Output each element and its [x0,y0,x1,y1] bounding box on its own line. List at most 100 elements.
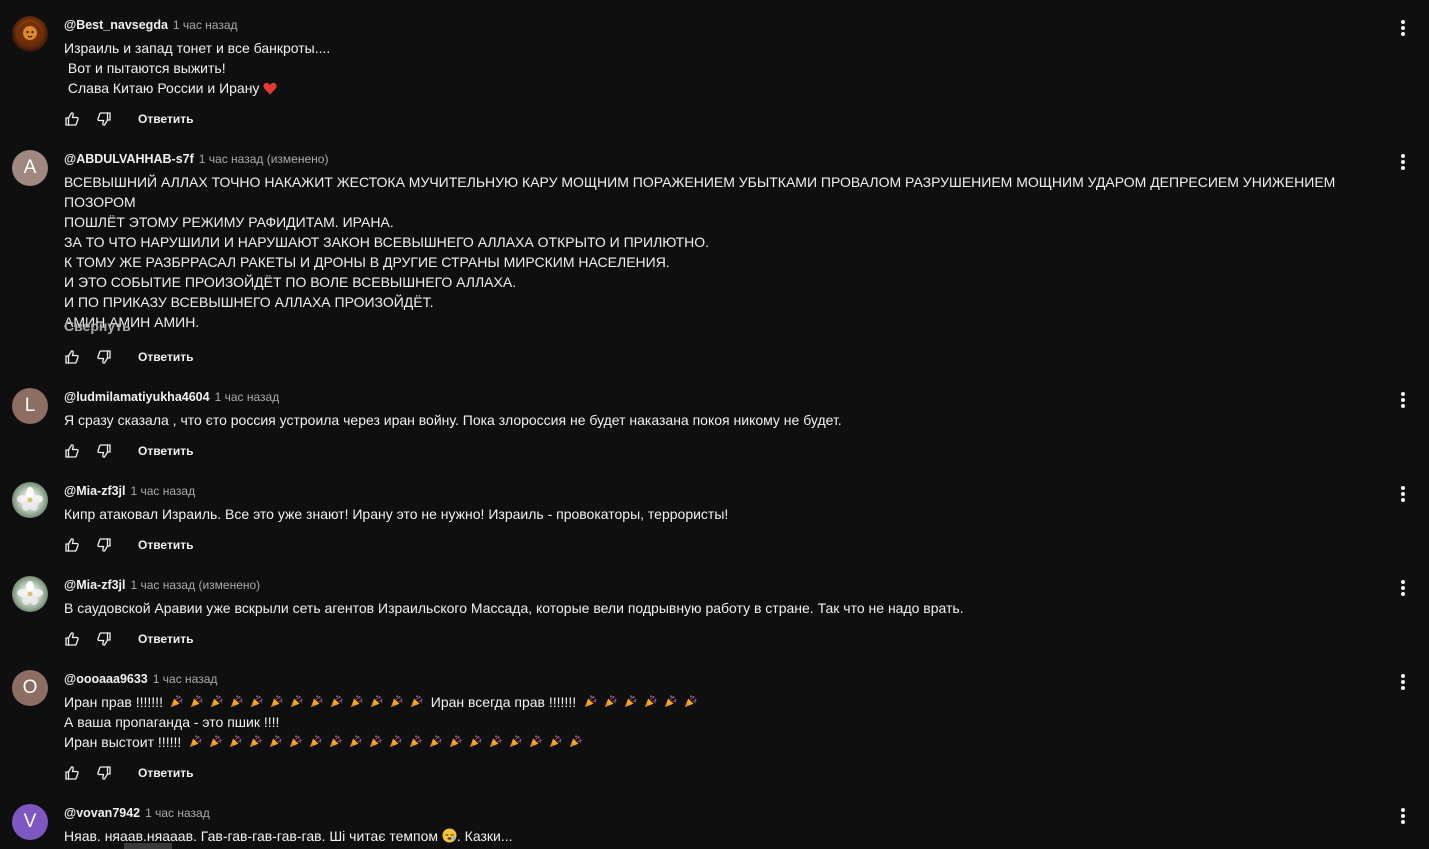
party-popper-icon [429,733,442,747]
party-popper-icon [569,733,582,747]
flower-avatar-image [17,487,43,511]
party-popper-icon [350,693,363,707]
party-popper-icon [230,693,243,707]
party-popper-icon [549,733,562,747]
avatar[interactable]: A [12,150,48,186]
comment-author[interactable]: @vovan7942 [64,806,140,820]
more-vertical-icon[interactable] [1392,388,1414,412]
party-popper-icon [369,733,382,747]
reply-button[interactable]: Ответить [138,112,193,126]
thumbs-up-icon[interactable] [62,347,82,367]
comment-time[interactable]: 1 час назад (изменено) [131,578,261,592]
comment-line-text: Иран прав !!!!!!! [64,694,163,710]
flower-avatar-image [17,581,43,605]
thumbs-up-icon[interactable] [62,629,82,649]
party-popper-icon [290,693,303,707]
party-popper-icon [469,733,482,747]
comment-line: К ТОМУ ЖЕ РАЗБРРАСАЛ РАКЕТЫ И ДРОНЫ В ДР… [64,254,670,270]
comment-line: И ЭТО СОБЫТИЕ ПРОИЗОЙДЁТ ПО ВОЛЕ ВСЕВЫШН… [64,274,517,290]
thumbs-up-icon[interactable] [62,763,82,783]
comment-author[interactable]: @Best_navsegda [64,18,168,32]
comment-line-text: Иран выстоит !!!!!! [64,734,182,750]
party-popper-icon [189,733,202,747]
comment-line: АМИН АМИН АМИН. [64,314,200,330]
comment-author[interactable]: @ABDULVAHHAB-s7f [64,152,194,166]
party-popper-icon [250,693,263,707]
thumbs-down-icon[interactable] [94,629,114,649]
more-vertical-icon[interactable] [1392,16,1414,40]
comment-line-text: Иран всегда прав !!!!!!! [430,694,577,710]
reply-button[interactable]: Ответить [138,538,193,552]
comment-text: Кипр атаковал Израиль. Все это уже знают… [64,504,1394,524]
party-popper-icon [370,693,383,707]
comment-line: И ПО ПРИКАЗУ ВСЕВЫШНЕГО АЛЛАХА ПРОИЗОЙДЁ… [64,294,434,310]
comment-time[interactable]: 1 час назад [215,390,280,404]
comment-author[interactable]: @ludmilamatiyukha4604 [64,390,210,404]
thumbs-down-icon[interactable] [94,441,114,461]
avatar[interactable]: L [12,388,48,424]
avatar[interactable] [12,482,48,518]
comment-text: Иран прав !!!!!!! Иран всегда прав !!!!!… [64,692,1394,752]
comment-line: ЗА ТО ЧТО НАРУШИЛИ И НАРУШАЮТ ЗАКОН ВСЕВ… [64,234,710,250]
comment-author[interactable]: @Mia-zf3jl [64,484,126,498]
party-popper-icon [269,733,282,747]
reply-button[interactable]: Ответить [138,350,193,364]
party-popper-icon [409,733,422,747]
comment-line-text: . Казки... [456,828,513,844]
comment-text: В саудовской Аравии уже вскрыли сеть аге… [64,598,1394,618]
party-popper-icon [249,733,262,747]
comment-time[interactable]: 1 час назад [153,672,218,686]
thumbs-down-icon[interactable] [94,763,114,783]
reply-button[interactable]: Ответить [138,632,193,646]
party-popper-icon [309,733,322,747]
comment-time[interactable]: 1 час назад [145,806,210,820]
comment-author[interactable]: @Mia-zf3jl [64,578,126,592]
red-heart-icon [263,82,277,95]
thumbs-up-icon[interactable] [62,535,82,555]
comment-line: А ваша пропаганда - это пшик !!!! [64,714,280,730]
comment-line-text: Слава Китаю России и Ирану [64,80,260,96]
party-popper-icon [449,733,462,747]
party-popper-icon [489,733,502,747]
avatar[interactable] [12,576,48,612]
more-vertical-icon[interactable] [1392,804,1414,828]
reply-button[interactable]: Ответить [138,766,193,780]
comment-author[interactable]: @oooaaa9633 [64,672,148,686]
avatar[interactable]: V [12,804,48,840]
more-vertical-icon[interactable] [1392,576,1414,600]
comment-line: Израиль и запад тонет и все банкроты.... [64,40,331,56]
more-vertical-icon[interactable] [1392,482,1414,506]
lion-avatar-image [18,22,42,46]
thumbs-up-icon[interactable] [62,109,82,129]
avatar[interactable]: O [12,670,48,706]
party-popper-icon [229,733,242,747]
party-popper-icon [390,693,403,707]
thumbs-down-icon[interactable] [94,347,114,367]
avatar[interactable] [12,16,48,52]
comment-time[interactable]: 1 час назад [173,18,238,32]
party-popper-icon [170,693,183,707]
comment-line-text: Няав. няаав.няааав. Гав-гав-гав-гав-гав.… [64,828,439,844]
more-vertical-icon[interactable] [1392,150,1414,174]
comment-line: Вот и пытаются выжить! [64,60,226,76]
more-vertical-icon[interactable] [1392,670,1414,694]
collapse-button[interactable]: Свернуть [64,318,131,334]
comment-line: ПОШЛЁТ ЭТОМУ РЕЖИМУ РАФИДИТАМ. ИРАНА. [64,214,394,230]
comment-line: Иран выстоит !!!!!! [64,732,1394,752]
comment-actions: Ответить [62,441,193,461]
party-popper-icon [190,693,203,707]
comment-line: Иран прав !!!!!!! Иран всегда прав !!!!!… [64,692,1394,712]
comment-actions: Ответить [62,347,193,367]
thumbs-down-icon[interactable] [94,535,114,555]
comment-time[interactable]: 1 час назад [131,484,196,498]
party-popper-icon [584,693,597,707]
horizontal-scrollbar-thumb[interactable] [124,843,172,849]
comment-actions: Ответить [62,763,193,783]
thumbs-up-icon[interactable] [62,441,82,461]
thumbs-down-icon[interactable] [94,109,114,129]
reply-button[interactable]: Ответить [138,444,193,458]
party-popper-icon [210,693,223,707]
party-popper-icon [270,693,283,707]
sleepy-face-icon [442,828,457,843]
comment-time[interactable]: 1 час назад (изменено) [199,152,329,166]
